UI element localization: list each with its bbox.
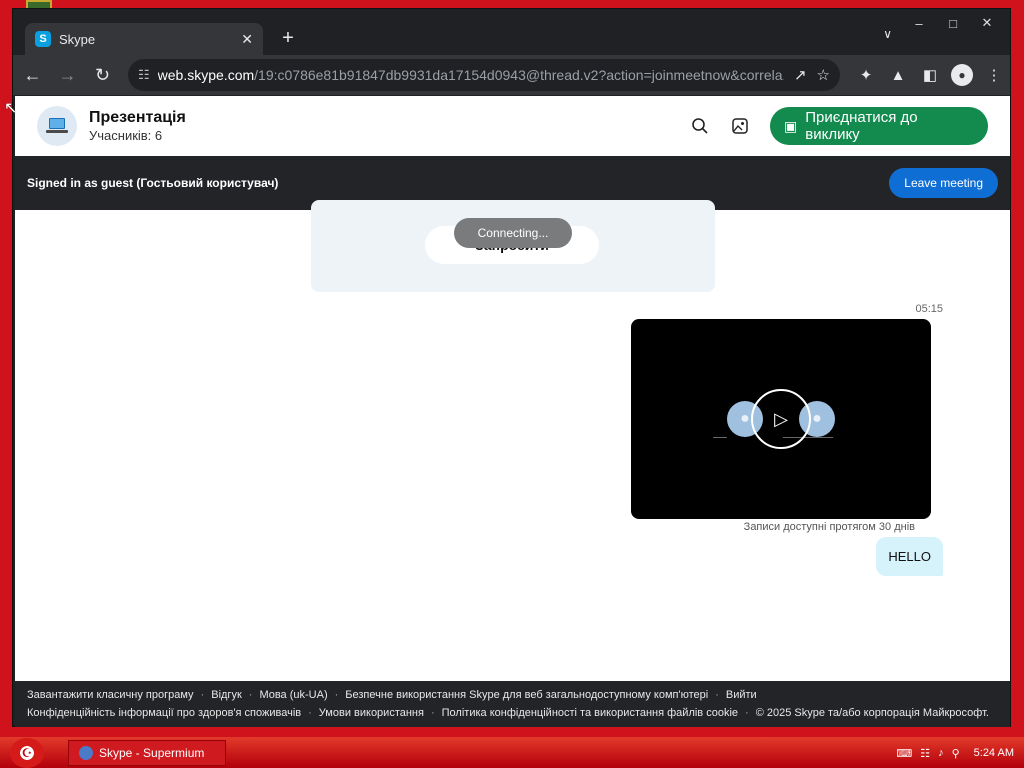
message-timestamp: 05:15 bbox=[915, 303, 943, 315]
side-panel-icon[interactable]: ◧ bbox=[914, 59, 946, 91]
browser-app-icon bbox=[79, 746, 93, 760]
share-icon[interactable]: ↗ bbox=[794, 66, 807, 84]
browser-menu-icon[interactable]: ⋮ bbox=[978, 59, 1010, 91]
footer-link-health-privacy[interactable]: Конфіденційність інформації про здоров'я… bbox=[27, 707, 301, 719]
footer-link-download[interactable]: Завантажити класичну програму bbox=[27, 689, 194, 701]
footer-links-row-1: Завантажити класичну програму · Відгук · М… bbox=[27, 689, 757, 701]
address-bar[interactable]: ☷ web.skype.com/19:c0786e81b91847db9931d… bbox=[128, 59, 840, 91]
search-tray-icon[interactable]: ⚲ bbox=[952, 747, 960, 760]
footer-link-privacy-cookies[interactable]: Політика конфіденційності та використанн… bbox=[442, 707, 738, 719]
minimize-icon[interactable]: – bbox=[902, 13, 936, 33]
site-info-icon[interactable]: ☷ bbox=[138, 67, 150, 83]
skype-web-content: Презентація Учасників: 6 ▣ Приєднатися д… bbox=[15, 96, 1010, 727]
new-tab-button[interactable]: + bbox=[275, 25, 301, 51]
video-camera-icon: ▣ bbox=[784, 117, 798, 134]
extensions-puzzle-icon[interactable]: ✦ bbox=[850, 59, 882, 91]
skype-footer: Завантажити класичну програму · Відгук · М… bbox=[15, 681, 1010, 727]
footer-link-safe-use[interactable]: Безпечне використання Skype для веб зага… bbox=[345, 689, 708, 701]
participants-count[interactable]: Учасників: 6 bbox=[89, 128, 186, 143]
chat-header: Презентація Учасників: 6 ▣ Приєднатися д… bbox=[15, 96, 1010, 156]
group-avatar[interactable] bbox=[37, 106, 77, 146]
footer-link-terms[interactable]: Умови використання bbox=[319, 707, 424, 719]
mouse-cursor-icon: ↖ bbox=[4, 100, 18, 117]
browser-tab[interactable]: S Skype ✕ bbox=[25, 23, 263, 55]
tab-search-chevron-icon[interactable]: ∨ bbox=[883, 27, 892, 41]
keyboard-icon[interactable]: ⌨ bbox=[896, 747, 912, 760]
window-controls: – □ ✕ bbox=[902, 13, 1004, 33]
close-window-icon[interactable]: ✕ bbox=[970, 13, 1004, 33]
forward-arrow-icon[interactable]: → bbox=[52, 59, 83, 91]
skype-favicon-icon: S bbox=[35, 31, 51, 47]
network-icon[interactable]: ☷ bbox=[920, 747, 930, 760]
footer-link-signout[interactable]: Вийти bbox=[726, 689, 757, 701]
join-call-button[interactable]: ▣ Приєднатися до виклику bbox=[770, 107, 988, 145]
call-recording-video[interactable]: ● ● ▷ bbox=[631, 319, 931, 519]
system-tray: ⌨ ☷ ♪ ⚲ 5:24 AM bbox=[888, 740, 1014, 766]
address-url[interactable]: web.skype.com/19:c0786e81b91847db9931da1… bbox=[158, 67, 784, 83]
gallery-icon[interactable] bbox=[720, 106, 760, 146]
taskbar-app-button[interactable]: Skype - Supermium bbox=[68, 740, 226, 766]
recording-availability-note: Записи доступні протягом 30 днів bbox=[743, 521, 915, 533]
back-arrow-icon[interactable]: ← bbox=[17, 59, 48, 91]
taskbar: ☪ Skype - Supermium ⌨ ☷ ♪ ⚲ 5:24 AM bbox=[0, 737, 1024, 768]
join-call-label: Приєднатися до виклику bbox=[805, 109, 918, 143]
connecting-toast: Connecting... bbox=[454, 218, 572, 248]
laptop-icon bbox=[46, 118, 68, 133]
play-icon[interactable]: ▷ bbox=[751, 389, 811, 449]
chat-title[interactable]: Презентація bbox=[89, 109, 186, 127]
sent-message-bubble[interactable]: HELLO bbox=[876, 537, 943, 576]
footer-copyright: © 2025 Skype та/або корпорація Майкрософ… bbox=[755, 707, 989, 719]
maximize-icon[interactable]: □ bbox=[936, 13, 970, 33]
message-list[interactable]: Запросити Connecting... 05:15 ● ● ▷ Запи… bbox=[15, 200, 1010, 727]
volume-icon[interactable]: ♪ bbox=[938, 747, 944, 759]
tab-title: Skype bbox=[59, 31, 96, 47]
labs-flask-icon[interactable]: ▲ bbox=[882, 59, 914, 91]
leave-meeting-button[interactable]: Leave meeting bbox=[889, 168, 998, 198]
search-icon[interactable] bbox=[680, 106, 720, 146]
taskbar-app-label: Skype - Supermium bbox=[99, 746, 205, 760]
tab-close-icon[interactable]: ✕ bbox=[241, 31, 253, 48]
footer-link-feedback[interactable]: Відгук bbox=[211, 689, 242, 701]
browser-window: – □ ✕ S Skype ✕ + ∨ ← → ↻ ☷ web.skype.co… bbox=[12, 8, 1011, 727]
clock[interactable]: 5:24 AM bbox=[974, 747, 1014, 759]
footer-link-language[interactable]: Мова (uk-UA) bbox=[259, 689, 327, 701]
start-button[interactable]: ☪ bbox=[10, 738, 44, 768]
bookmark-star-icon[interactable]: ☆ bbox=[817, 66, 830, 84]
reload-icon[interactable]: ↻ bbox=[87, 59, 118, 91]
browser-toolbar: ← → ↻ ☷ web.skype.com/19:c0786e81b91847d… bbox=[13, 55, 1010, 95]
profile-avatar-icon[interactable]: ● bbox=[951, 64, 973, 86]
video-caption-line-left bbox=[713, 437, 727, 438]
guest-status-text: Signed in as guest (Гостьовий користувач… bbox=[27, 176, 279, 190]
footer-links-row-2: Конфіденційність інформації про здоров'я… bbox=[27, 707, 989, 719]
